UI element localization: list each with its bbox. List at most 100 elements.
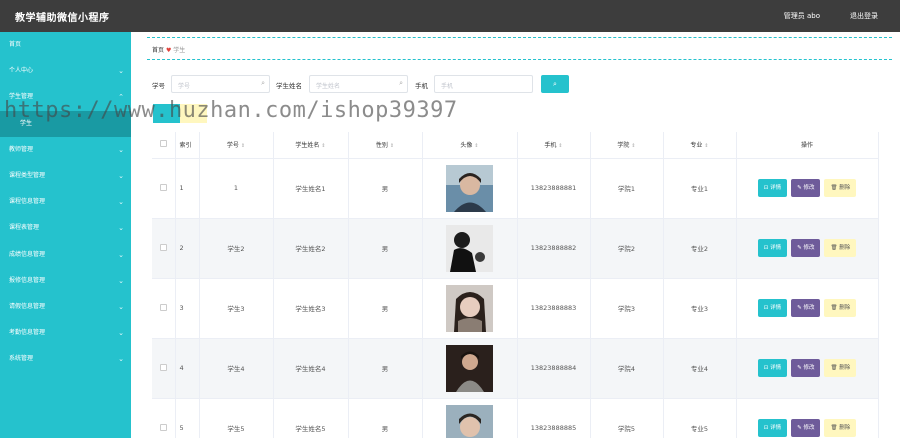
detail-button[interactable]: ⊡ 详情 <box>757 179 788 197</box>
chevron-up-icon: ⌃ <box>118 93 124 102</box>
avatar[interactable] <box>446 224 493 272</box>
row-checkbox[interactable] <box>152 278 176 339</box>
delete-button[interactable]: 🗑 删除 <box>824 239 857 257</box>
sort-icon: ⇕ <box>704 143 709 150</box>
add-button[interactable] <box>153 104 180 123</box>
select-all-checkbox[interactable] <box>152 132 176 159</box>
edit-button[interactable]: ✎ 修改 <box>791 419 821 437</box>
row-checkbox[interactable] <box>152 218 176 279</box>
column-header-college[interactable]: 学院 ⇕ <box>590 132 664 159</box>
admin-label: 管理员 abo <box>783 12 820 20</box>
cell-student-no: 学生5 <box>199 398 274 438</box>
cell-student-name: 学生姓名5 <box>273 398 349 438</box>
breadcrumb-bar: 首页 ♥ 学生 <box>147 37 892 60</box>
cell-avatar <box>422 338 518 399</box>
search-form: 学号 学号 ⌕ 学生姓名 学生姓名 ⌕ 手机 手机 <box>152 75 592 93</box>
sidebar-item-leave[interactable]: 请假信息管理 ⌄ <box>0 294 131 320</box>
cell-sex: 男 <box>348 398 423 438</box>
sidebar-item-course-info[interactable]: 课程信息管理 ⌄ <box>0 189 131 215</box>
sidebar-item-students[interactable]: 学生管理 ⌃ <box>0 84 131 110</box>
avatar[interactable] <box>446 344 493 392</box>
avatar[interactable] <box>446 404 493 438</box>
sidebar-item-teachers[interactable]: 教师管理 ⌄ <box>0 137 131 163</box>
cell-sex: 男 <box>348 278 423 339</box>
chevron-down-icon: ⌄ <box>118 250 124 259</box>
cell-avatar <box>422 218 518 279</box>
cell-phone: 13823888881 <box>517 158 591 219</box>
sidebar-item-timetable[interactable]: 课程表管理 ⌄ <box>0 215 131 241</box>
sidebar-item-label: 请假信息管理 <box>9 302 46 310</box>
sidebar-item-label: 系统管理 <box>9 355 34 363</box>
sidebar-item-label: 报修信息管理 <box>9 276 46 284</box>
column-header-major[interactable]: 专业 ⇕ <box>663 132 737 159</box>
student-name-label: 学生姓名 <box>276 82 302 90</box>
cell-student-name: 学生姓名1 <box>273 158 349 219</box>
column-header-student-no[interactable]: 学号 ⇕ <box>199 132 274 159</box>
breadcrumb-home[interactable]: 首页 <box>152 47 164 54</box>
sort-icon: ⇕ <box>631 143 636 150</box>
avatar[interactable] <box>446 164 493 212</box>
cell-index: 3 <box>175 278 200 339</box>
search-icon: ⌕ <box>553 80 557 88</box>
student-name-placeholder: 学生姓名 <box>316 83 341 90</box>
avatar[interactable] <box>446 284 493 332</box>
table-row: 3 学生3 学生姓名3 男 13823888883 学院3 专业3 ⊡ 详情 ✎ … <box>152 278 879 339</box>
cell-sex: 男 <box>348 338 423 399</box>
cell-index: 1 <box>175 158 200 219</box>
sidebar-item-course-types[interactable]: 课程类型管理 ⌄ <box>0 163 131 189</box>
edit-button[interactable]: ✎ 修改 <box>791 179 821 197</box>
sidebar-item-label: 学生管理 <box>9 93 34 101</box>
detail-button[interactable]: ⊡ 详情 <box>757 239 788 257</box>
cell-student-name: 学生姓名3 <box>273 278 349 339</box>
app-title: 教学辅助微信小程序 <box>15 13 110 24</box>
cell-major: 专业3 <box>663 278 737 339</box>
column-header-avatar[interactable]: 头像 ⇕ <box>422 132 518 159</box>
detail-button[interactable]: ⊡ 详情 <box>757 419 788 437</box>
cell-college: 学院5 <box>590 398 664 438</box>
cell-actions: ⊡ 详情 ✎ 修改 🗑 删除 <box>736 158 879 219</box>
sidebar-subitem-student[interactable]: 学生 <box>0 110 131 137</box>
detail-button[interactable]: ⊡ 详情 <box>757 299 788 317</box>
edit-button[interactable]: ✎ 修改 <box>791 299 821 317</box>
breadcrumb-current: 学生 <box>173 47 186 54</box>
sidebar-item-attendance[interactable]: 考勤信息管理 ⌄ <box>0 320 131 346</box>
student-no-label: 学号 <box>152 82 165 90</box>
cell-student-no: 学生4 <box>199 338 274 399</box>
edit-button[interactable]: ✎ 修改 <box>791 359 821 377</box>
sidebar-item-label: 课程信息管理 <box>9 198 46 206</box>
student-no-placeholder: 学号 <box>178 83 191 90</box>
batch-delete-button[interactable] <box>180 104 207 123</box>
delete-button[interactable]: 🗑 删除 <box>824 179 857 197</box>
row-checkbox[interactable] <box>152 158 176 219</box>
sort-icon: ⇕ <box>474 143 479 150</box>
phone-label: 手机 <box>415 82 428 90</box>
cell-major: 专业2 <box>663 218 737 279</box>
sidebar-item-label: 学生 <box>20 119 33 127</box>
row-checkbox[interactable] <box>152 338 176 399</box>
row-checkbox[interactable] <box>152 398 176 438</box>
chevron-down-icon: ⌄ <box>118 329 124 338</box>
column-header-sex[interactable]: 性别 ⇕ <box>348 132 423 159</box>
student-no-input[interactable]: 学号 ⌕ <box>171 75 270 93</box>
sidebar-item-grades[interactable]: 成绩信息管理 ⌄ <box>0 242 131 268</box>
sidebar-item-personal[interactable]: 个人中心 ⌄ <box>0 58 131 84</box>
logout-link[interactable]: 退出登录 <box>850 11 878 21</box>
phone-input[interactable]: 手机 <box>434 75 533 93</box>
column-header-phone[interactable]: 手机 ⇕ <box>517 132 591 159</box>
sidebar-item-system[interactable]: 系统管理 ⌄ <box>0 346 131 372</box>
column-header-student-name[interactable]: 学生姓名 ⇕ <box>273 132 349 159</box>
cell-actions: ⊡ 详情 ✎ 修改 🗑 删除 <box>736 218 879 279</box>
cell-college: 学院3 <box>590 278 664 339</box>
detail-button[interactable]: ⊡ 详情 <box>757 359 788 377</box>
delete-button[interactable]: 🗑 删除 <box>824 419 857 437</box>
student-name-input[interactable]: 学生姓名 ⌕ <box>309 75 408 93</box>
edit-button[interactable]: ✎ 修改 <box>791 239 821 257</box>
sidebar-item-repairs[interactable]: 报修信息管理 ⌄ <box>0 268 131 294</box>
sidebar-item-home[interactable]: 首页 <box>0 32 131 58</box>
delete-button[interactable]: 🗑 删除 <box>824 299 857 317</box>
delete-button[interactable]: 🗑 删除 <box>824 359 857 377</box>
cell-student-name: 学生姓名4 <box>273 338 349 399</box>
sort-icon: ⇕ <box>240 143 246 150</box>
search-button[interactable]: ⌕ <box>541 75 569 93</box>
column-header-index: 索引 <box>175 132 200 159</box>
